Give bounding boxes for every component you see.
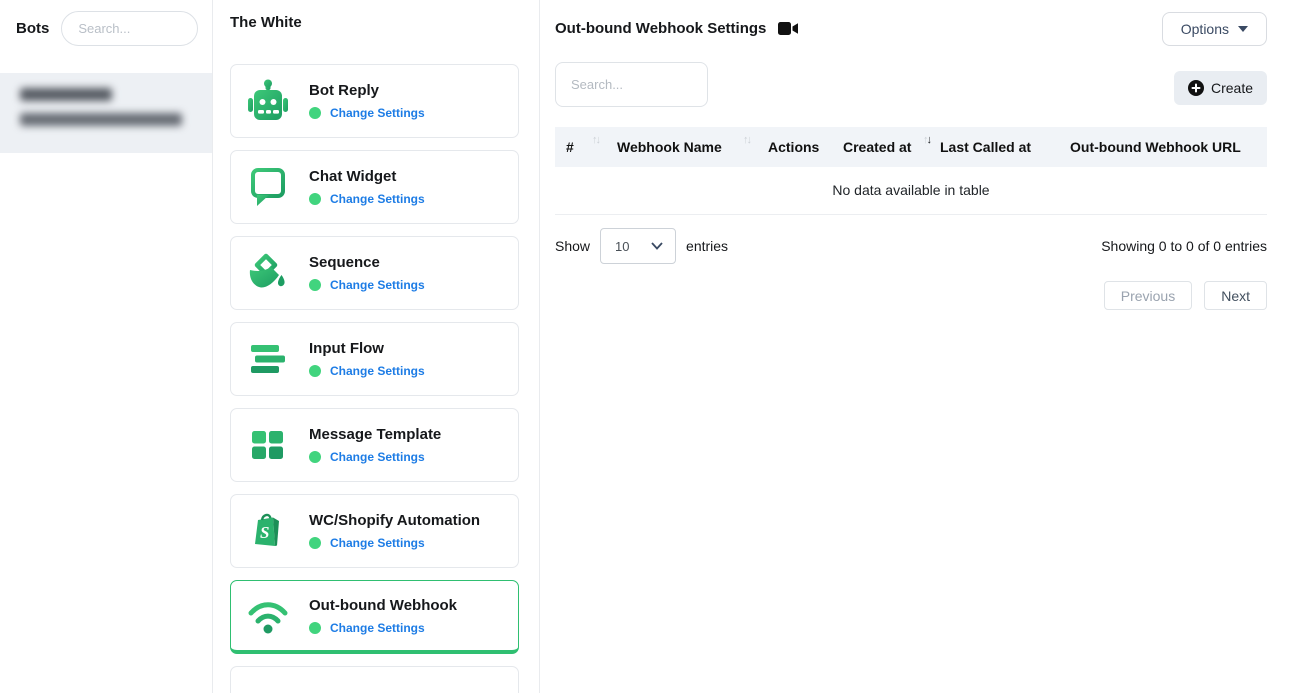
chat-bubble-icon <box>245 164 291 210</box>
sidebar-title: Bots <box>16 20 49 37</box>
feature-title: Chat Widget <box>309 168 425 185</box>
change-settings-link[interactable]: Change Settings <box>330 621 425 635</box>
feature-card-partial[interactable] <box>230 666 519 693</box>
feature-title: Sequence <box>309 254 425 271</box>
next-page-button[interactable]: Next <box>1204 281 1267 310</box>
fill-drip-icon <box>245 250 291 296</box>
sort-icon-active: ↑↓ <box>923 134 930 146</box>
options-button[interactable]: Options <box>1162 12 1267 46</box>
outbound-webhook-settings-panel: Out-bound Webhook Settings Options <box>540 0 1293 693</box>
feature-title: Message Template <box>309 426 441 443</box>
sort-icon: ↑↓ <box>743 134 750 146</box>
status-dot <box>309 451 321 463</box>
bot-title: The White <box>230 12 519 34</box>
column-header-actions[interactable]: Actions <box>760 127 835 167</box>
page-title: Out-bound Webhook Settings <box>555 20 766 37</box>
grid-icon <box>245 422 291 468</box>
bot-phone-blurred <box>20 113 182 126</box>
change-settings-link[interactable]: Change Settings <box>330 192 425 206</box>
entries-label: entries <box>686 238 728 254</box>
change-settings-link[interactable]: Change Settings <box>330 278 425 292</box>
feature-title: Out-bound Webhook <box>309 597 457 614</box>
video-camera-icon[interactable] <box>778 20 799 37</box>
plus-circle-icon <box>1188 80 1204 96</box>
sort-icon: ↑↓ <box>592 134 599 146</box>
change-settings-link[interactable]: Change Settings <box>330 106 425 120</box>
show-label: Show <box>555 238 590 254</box>
column-header-webhook-name[interactable]: Webhook Name ↑↓ <box>609 127 760 167</box>
status-dot <box>309 279 321 291</box>
change-settings-link[interactable]: Change Settings <box>330 536 425 550</box>
previous-page-button[interactable]: Previous <box>1104 281 1192 310</box>
change-settings-link[interactable]: Change Settings <box>330 364 425 378</box>
bot-name-blurred <box>20 88 112 101</box>
status-dot <box>309 537 321 549</box>
status-dot <box>309 107 321 119</box>
feature-title: WC/Shopify Automation <box>309 512 480 529</box>
bots-search-input[interactable] <box>61 11 198 46</box>
caret-down-icon <box>1238 26 1248 32</box>
status-dot <box>309 622 321 634</box>
status-dot <box>309 365 321 377</box>
wifi-icon <box>245 593 291 639</box>
bot-features-panel: The White Bot Reply Change Settings <box>213 0 540 693</box>
bots-sidebar: Bots <box>0 0 213 693</box>
change-settings-link[interactable]: Change Settings <box>330 450 425 464</box>
create-button-label: Create <box>1211 80 1253 96</box>
column-header-index[interactable]: # ↑↓ <box>555 127 609 167</box>
shopify-bag-icon: S <box>245 508 291 554</box>
svg-text:S: S <box>260 523 269 542</box>
webhooks-table: # ↑↓ Webhook Name ↑↓ Actions Created at … <box>555 127 1267 215</box>
webhook-search-input[interactable] <box>555 62 708 107</box>
feature-card-input-flow[interactable]: Input Flow Change Settings <box>230 322 519 396</box>
bars-icon <box>245 336 291 382</box>
empty-table-row: No data available in table <box>555 167 1267 215</box>
feature-card-shopify-automation[interactable]: S WC/Shopify Automation Change Settings <box>230 494 519 568</box>
feature-title: Input Flow <box>309 340 425 357</box>
create-button[interactable]: Create <box>1174 71 1267 105</box>
robot-icon <box>245 78 291 124</box>
column-header-last-called-at[interactable]: Last Called at <box>932 127 1062 167</box>
column-header-created-at[interactable]: Created at ↑↓ <box>835 127 932 167</box>
feature-card-message-template[interactable]: Message Template Change Settings <box>230 408 519 482</box>
feature-title: Bot Reply <box>309 82 425 99</box>
entries-summary: Showing 0 to 0 of 0 entries <box>1101 238 1267 254</box>
options-button-label: Options <box>1181 21 1229 37</box>
page-size-value: 10 <box>615 239 629 254</box>
feature-card-outbound-webhook[interactable]: Out-bound Webhook Change Settings <box>230 580 519 654</box>
feature-card-sequence[interactable]: Sequence Change Settings <box>230 236 519 310</box>
column-header-outbound-url[interactable]: Out-bound Webhook URL <box>1062 127 1267 167</box>
sidebar-header: Bots <box>0 0 212 57</box>
feature-card-bot-reply[interactable]: Bot Reply Change Settings <box>230 64 519 138</box>
page-size-select[interactable]: 10 <box>600 228 676 264</box>
bot-list-item-selected[interactable] <box>0 73 212 153</box>
chevron-down-icon <box>651 242 663 250</box>
status-dot <box>309 193 321 205</box>
feature-card-chat-widget[interactable]: Chat Widget Change Settings <box>230 150 519 224</box>
empty-message: No data available in table <box>555 167 1267 215</box>
